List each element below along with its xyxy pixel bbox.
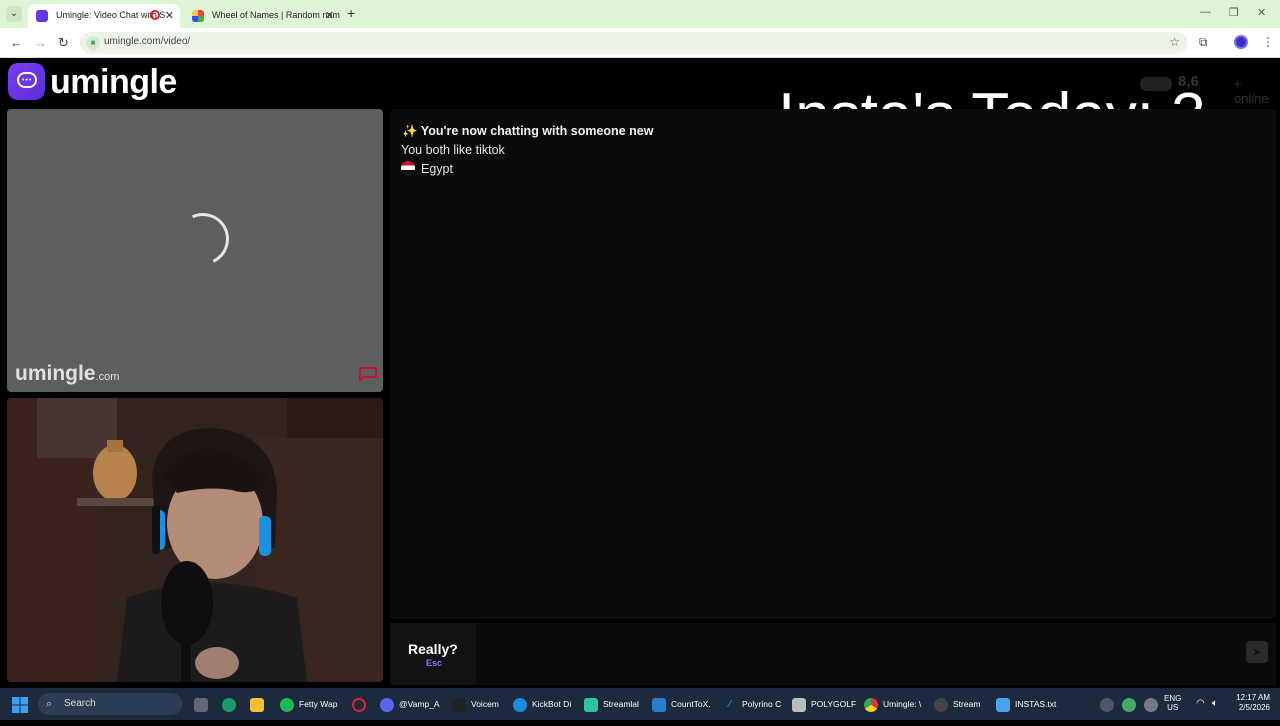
umingle-logo-icon[interactable]: ••• [8, 63, 45, 100]
close-tab-icon[interactable]: ✕ [325, 9, 334, 22]
page: ••• umingle 8,6 + online Insta's Today: … [0, 58, 1280, 688]
reload-icon[interactable]: ↻ [58, 35, 69, 51]
clock[interactable]: 12:17 AM 2/5/2026 [1228, 693, 1270, 725]
logo-text[interactable]: umingle [50, 63, 177, 102]
url-text: umingle.com/video/ [104, 36, 191, 47]
common-interest-message: You both like tiktok [401, 143, 505, 157]
file-explorer-icon[interactable] [250, 688, 269, 720]
chatgpt-icon[interactable] [222, 688, 241, 720]
browser-tab-bar: ⌄ Umingle: Video Chat with S ✕ Wheel of … [0, 0, 1280, 28]
new-tab-icon[interactable]: + [347, 5, 355, 21]
system-message: ✨ You're now chatting with someone new [402, 124, 654, 138]
online-label: + online [1234, 76, 1269, 106]
discord-icon [380, 697, 394, 712]
taskbar-app-notepad[interactable]: INSTAS.txt [996, 688, 1056, 720]
chrome-icon [864, 697, 878, 712]
mic-tray-icon[interactable] [1144, 688, 1163, 720]
chat-controls: Really? Esc ➤ [390, 623, 1276, 685]
notepad-icon [996, 697, 1010, 712]
opera-icon[interactable] [352, 688, 371, 720]
recording-icon [150, 10, 160, 20]
url-input[interactable]: ■ umingle.com/video/ ☆ [80, 32, 1188, 54]
report-flag-icon[interactable] [359, 367, 377, 381]
taskbar-app-kickbot[interactable]: KickBot Di [513, 688, 571, 720]
vscode-icon [652, 697, 666, 712]
discord-tray-icon[interactable] [1100, 688, 1119, 720]
profile-avatar[interactable] [1234, 35, 1248, 49]
message-input[interactable] [482, 623, 1272, 685]
taskbar-search[interactable]: ⌕ Search [38, 693, 182, 715]
minimize-icon[interactable]: — [1200, 6, 1211, 18]
spotify-icon [280, 697, 294, 712]
camera-site-icon[interactable]: ■ [86, 36, 100, 50]
search-icon: ⌕ [46, 698, 53, 710]
bookmark-star-icon[interactable]: ☆ [1169, 35, 1180, 49]
remote-video: umingle.com [7, 109, 383, 392]
voicemod-icon [452, 697, 466, 712]
language-indicator[interactable]: ENG US [1164, 694, 1181, 726]
send-icon[interactable]: ➤ [1246, 641, 1268, 663]
extensions-icon[interactable]: ⧉ [1199, 35, 1208, 50]
taskbar-app-vscode[interactable]: CountToX. [652, 688, 711, 720]
volume-icon[interactable]: 🔈︎ [1212, 688, 1218, 720]
wifi-icon[interactable]: ◠ [1196, 688, 1205, 720]
close-window-icon[interactable]: ✕ [1257, 6, 1266, 19]
country-message: Egypt [401, 161, 453, 176]
taskbar-app-stream[interactable]: Stream [934, 688, 980, 720]
country-name: Egypt [421, 162, 453, 176]
back-icon[interactable]: ← [10, 35, 23, 50]
taskbar-app-streamlabs[interactable]: Streamlal [584, 688, 639, 720]
edge-icon [513, 697, 527, 712]
polygolf-icon [792, 697, 806, 712]
tab-title: Umingle: Video Chat with S [56, 10, 166, 20]
video-watermark: umingle.com [15, 362, 120, 385]
taskbar: ⌕ Search Fetty Wap @Vamp_A Voicem KickBo… [0, 688, 1280, 720]
sync-tray-icon[interactable] [1122, 688, 1141, 720]
taskbar-app-discord[interactable]: @Vamp_A [380, 688, 440, 720]
tab-search-icon[interactable]: ⌄ [6, 6, 22, 22]
address-bar: ← → ↻ ■ umingle.com/video/ ☆ ⧉ ⋮ [0, 28, 1280, 58]
search-label: Search [64, 698, 96, 709]
egypt-flag-icon [401, 161, 415, 175]
menu-icon[interactable]: ⋮ [1262, 35, 1274, 49]
task-view-icon[interactable] [194, 688, 213, 720]
loading-spinner-icon [169, 205, 237, 273]
start-icon[interactable] [12, 688, 28, 720]
webcam-feed [7, 398, 383, 682]
taskbar-app-chrome[interactable]: Umingle: \ [864, 688, 921, 720]
streamlabs-icon [584, 697, 598, 712]
obs-icon [934, 697, 948, 712]
chat-panel: ✨ You're now chatting with someone new Y… [390, 109, 1276, 619]
umingle-favicon-icon [36, 10, 48, 22]
restore-icon[interactable]: ❐ [1229, 6, 1239, 19]
skip-button[interactable]: Really? Esc [390, 623, 476, 685]
close-tab-icon[interactable]: ✕ [165, 9, 174, 22]
taskbar-app-polyrino[interactable]: ∕ Polyrino C [723, 688, 781, 720]
forward-icon[interactable]: → [34, 35, 47, 50]
taskbar-app-voicemod[interactable]: Voicem [452, 688, 499, 720]
taskbar-app-polygolf[interactable]: POLYGOLF [792, 688, 856, 720]
skip-shortcut: Esc [426, 658, 443, 668]
pen-icon: ∕ [723, 697, 737, 712]
self-video [7, 398, 383, 682]
tab-title: Wheel of Names | Random nam [212, 10, 340, 20]
taskbar-app-spotify[interactable]: Fetty Wap [280, 688, 337, 720]
tab-wheel-of-names[interactable]: Wheel of Names | Random nam ✕ [184, 4, 340, 28]
tab-umingle[interactable]: Umingle: Video Chat with S ✕ [28, 4, 180, 28]
wheel-favicon-icon [192, 10, 204, 22]
skip-label: Really? [408, 641, 458, 657]
